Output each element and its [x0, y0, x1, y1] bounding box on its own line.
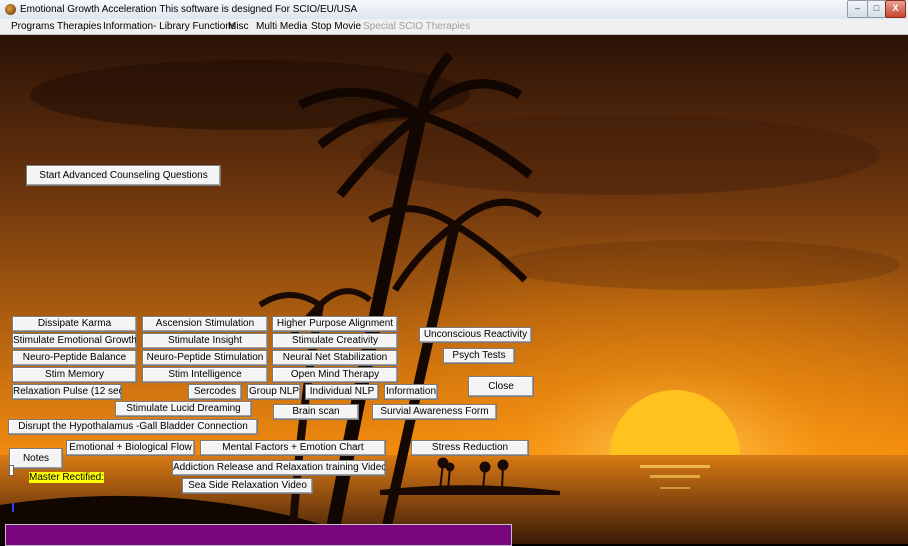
small-indicator-box — [9, 465, 14, 476]
relaxation-pulse-button[interactable]: Relaxation Pulse (12 sec) — [12, 384, 122, 400]
neuro-peptide-balance-button[interactable]: Neuro-Peptide Balance — [12, 350, 137, 366]
menu-information-library[interactable]: Information- Library Functions — [103, 21, 236, 32]
stim-intelligence-button[interactable]: Stim Intelligence — [142, 367, 268, 383]
ascension-stimulation-button[interactable]: Ascension Stimulation — [142, 316, 268, 332]
progress-bar-panel — [5, 524, 512, 546]
sercodes-button[interactable]: Sercodes — [188, 384, 242, 400]
minimize-button[interactable]: – — [847, 0, 868, 18]
survival-awareness-form-button[interactable]: Survial Awareness Form — [372, 404, 497, 420]
start-counseling-button[interactable]: Start Advanced Counseling Questions — [26, 165, 221, 186]
unconscious-reactivity-button[interactable]: Unconscious Reactivity — [419, 327, 532, 343]
dissipate-karma-button[interactable]: Dissipate Karma — [12, 316, 137, 332]
notes-button[interactable]: Notes — [9, 448, 63, 469]
title-bar: Emotional Growth Acceleration This softw… — [0, 0, 908, 20]
menu-stop-movie[interactable]: Stop Movie — [311, 21, 361, 32]
group-nlp-button[interactable]: Group NLP — [247, 384, 301, 400]
close-window-button[interactable]: X — [885, 0, 906, 18]
close-button[interactable]: Close — [468, 376, 534, 397]
neural-net-stabilization-button[interactable]: Neural Net Stabilization — [272, 350, 398, 366]
open-mind-therapy-button[interactable]: Open Mind Therapy — [272, 367, 398, 383]
stress-reduction-button[interactable]: Stress Reduction — [411, 440, 529, 456]
stim-memory-button[interactable]: Stim Memory — [12, 367, 137, 383]
maximize-button[interactable]: □ — [867, 0, 886, 18]
information-button[interactable]: Information — [384, 384, 438, 400]
stimulate-emotional-growth-button[interactable]: Stimulate Emotional Growth — [12, 333, 137, 349]
menu-special-scio-therapies[interactable]: Special SCIO Therapies — [363, 21, 470, 32]
psych-tests-button[interactable]: Psych Tests — [443, 348, 515, 364]
brain-scan-button[interactable]: Brain scan — [273, 404, 359, 420]
stimulate-insight-button[interactable]: Stimulate Insight — [142, 333, 268, 349]
stimulate-lucid-dreaming-button[interactable]: Stimulate Lucid Dreaming — [115, 401, 252, 417]
individual-nlp-button[interactable]: Individual NLP — [305, 384, 379, 400]
neuro-peptide-stimulation-button[interactable]: Neuro-Peptide Stimulation — [142, 350, 268, 366]
sea-side-relaxation-video-button[interactable]: Sea Side Relaxation Video — [182, 478, 313, 494]
text-cursor-marker — [12, 503, 14, 512]
addiction-release-video-button[interactable]: Addiction Release and Relaxation trainin… — [172, 460, 386, 476]
sunset-background-image — [0, 35, 908, 544]
app-icon — [5, 4, 16, 15]
menu-misc[interactable]: Misc — [228, 21, 249, 32]
menu-therapies[interactable]: Therapies — [57, 21, 101, 32]
menu-multi-media[interactable]: Multi Media — [256, 21, 307, 32]
menu-programs[interactable]: Programs — [11, 21, 54, 32]
menu-bar: Programs Therapies Information- Library … — [0, 19, 908, 35]
emotional-biological-flow-button[interactable]: Emotional + Biological Flow — [66, 440, 195, 456]
disrupt-hypothalamus-button[interactable]: Disrupt the Hypothalamus -Gall Bladder C… — [8, 419, 258, 435]
window-title: Emotional Growth Acceleration This softw… — [20, 4, 358, 15]
master-rectified-label: Master Rectified: — [29, 472, 105, 483]
mental-factors-chart-button[interactable]: Mental Factors + Emotion Chart — [200, 440, 386, 456]
stimulate-creativity-button[interactable]: Stimulate Creativity — [272, 333, 398, 349]
higher-purpose-button[interactable]: Higher Purpose Alignment — [272, 316, 398, 332]
